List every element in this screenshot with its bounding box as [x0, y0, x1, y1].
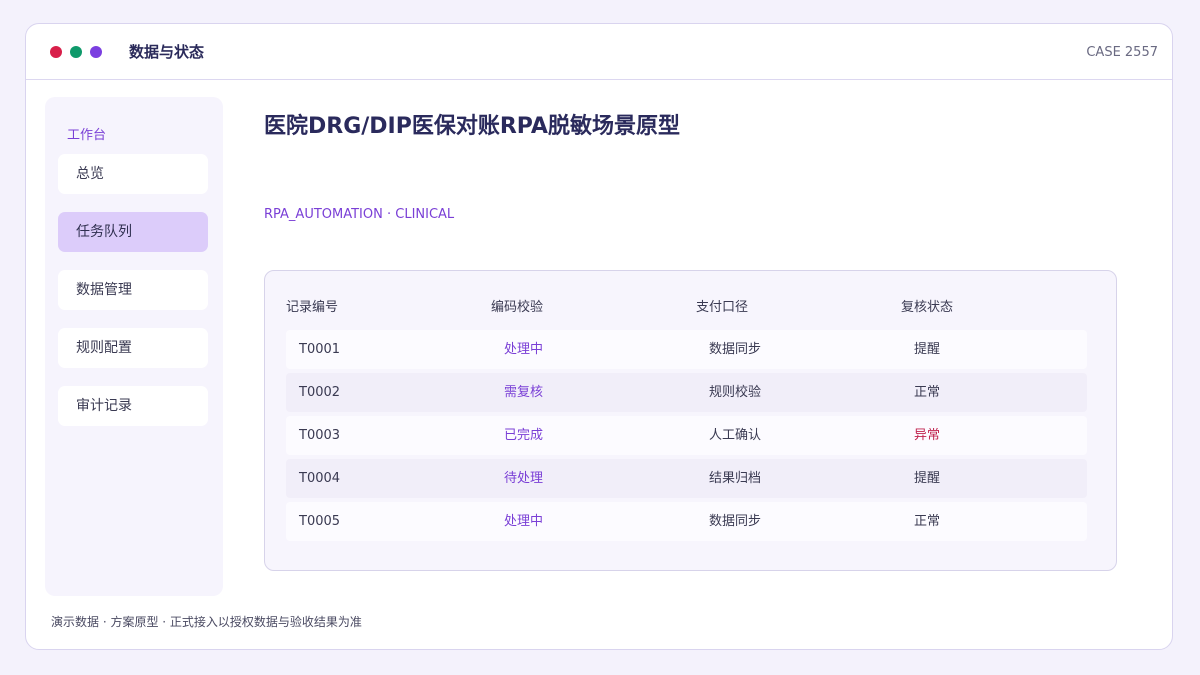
table-row[interactable]: T0003 已完成 人工确认 异常: [286, 416, 1087, 455]
app-window: 数据与状态 CASE 2557 工作台 总览 任务队列 数据管理 规则配置 审计…: [25, 23, 1173, 650]
payment-cell: 数据同步: [709, 514, 762, 529]
footer-note: 演示数据 · 方案原型 · 正式接入以授权数据与验收结果为准: [51, 615, 362, 629]
page-title: 医院DRG/DIP医保对账RPA脱敏场景原型: [264, 114, 680, 139]
table-row[interactable]: T0004 待处理 结果归档 提醒: [286, 459, 1087, 498]
review-status-cell: 提醒: [914, 342, 941, 357]
table-row[interactable]: T0002 需复核 规则校验 正常: [286, 373, 1087, 412]
sidebar-item-label: 数据管理: [76, 282, 132, 298]
column-header-code-check[interactable]: 编码校验: [491, 296, 543, 315]
code-check-cell: 已完成: [504, 428, 544, 443]
app-title: 数据与状态: [129, 43, 205, 61]
record-id-cell: T0004: [299, 471, 341, 486]
review-status-cell: 提醒: [914, 471, 941, 486]
tag-line: RPA_AUTOMATION · CLINICAL: [264, 207, 455, 222]
table-row[interactable]: T0001 处理中 数据同步 提醒: [286, 330, 1087, 369]
sidebar-item-label: 审计记录: [76, 398, 132, 414]
sidebar-item-label: 总览: [76, 166, 104, 182]
payment-cell: 人工确认: [709, 428, 762, 443]
column-header-review-status[interactable]: 复核状态: [901, 296, 953, 315]
payment-cell: 规则校验: [709, 385, 762, 400]
sidebar-heading: 工作台: [67, 128, 107, 143]
code-check-cell: 处理中: [504, 342, 544, 357]
payment-cell: 结果归档: [709, 471, 762, 486]
record-id-cell: T0001: [299, 342, 341, 357]
payment-cell: 数据同步: [709, 342, 762, 357]
column-header-payment[interactable]: 支付口径: [696, 296, 748, 315]
sidebar-item-label: 规则配置: [76, 340, 132, 356]
minimize-window-dot[interactable]: [70, 46, 82, 58]
code-check-cell: 处理中: [504, 514, 544, 529]
review-status-cell: 正常: [914, 514, 941, 529]
sidebar-item-label: 任务队列: [76, 224, 132, 240]
data-table: 记录编号 编码校验 支付口径 复核状态 T0001 处理中 数据同步 提醒 T0…: [264, 270, 1117, 571]
sidebar: 工作台 总览 任务队列 数据管理 规则配置 审计记录: [45, 97, 223, 596]
column-header-record-id[interactable]: 记录编号: [286, 296, 338, 315]
review-status-cell: 异常: [914, 428, 941, 443]
record-id-cell: T0003: [299, 428, 341, 443]
title-bar: 数据与状态 CASE 2557: [26, 24, 1172, 80]
code-check-cell: 待处理: [504, 471, 544, 486]
table-row[interactable]: T0005 处理中 数据同步 正常: [286, 502, 1087, 541]
record-id-cell: T0002: [299, 385, 341, 400]
sidebar-item-overview[interactable]: 总览: [58, 154, 208, 194]
code-check-cell: 需复核: [504, 385, 544, 400]
maximize-window-dot[interactable]: [90, 46, 102, 58]
sidebar-item-data-management[interactable]: 数据管理: [58, 270, 208, 310]
sidebar-item-audit-log[interactable]: 审计记录: [58, 386, 208, 426]
review-status-cell: 正常: [914, 385, 941, 400]
sidebar-item-task-queue[interactable]: 任务队列: [58, 212, 208, 252]
close-window-dot[interactable]: [50, 46, 62, 58]
sidebar-item-rule-config[interactable]: 规则配置: [58, 328, 208, 368]
record-id-cell: T0005: [299, 514, 341, 529]
case-id-label: CASE 2557: [1086, 45, 1158, 60]
